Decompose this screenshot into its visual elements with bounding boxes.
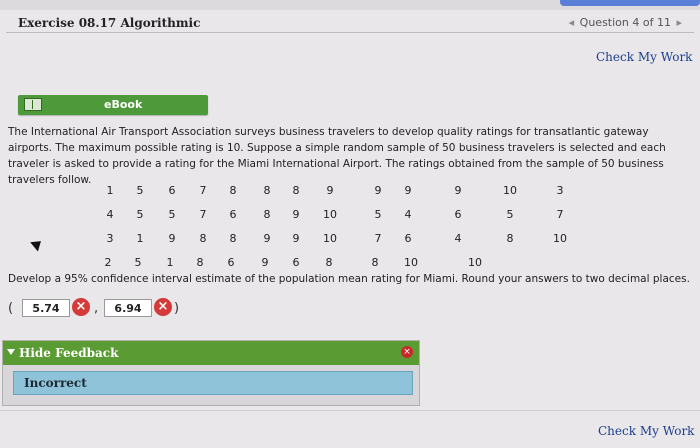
rating-cell: 4 xyxy=(454,232,462,245)
rating-cell: 8 xyxy=(196,256,204,269)
rating-cell: 6 xyxy=(227,256,235,269)
incorrect-upper-icon: × xyxy=(154,298,172,316)
rating-cell: 1 xyxy=(106,184,114,197)
rating-cell: 4 xyxy=(404,208,412,221)
question-navigator[interactable]: ◂ Question 4 of 11 ▸ xyxy=(567,16,684,29)
lower-bound-input[interactable]: 5.74 xyxy=(22,299,70,317)
rating-cell: 10 xyxy=(323,232,337,245)
rating-cell: 10 xyxy=(323,208,337,221)
rating-cell: 1 xyxy=(166,256,174,269)
open-paren: ( xyxy=(8,301,14,316)
question-text: Develop a 95% confidence interval estima… xyxy=(8,273,690,285)
rating-cell: 8 xyxy=(371,256,379,269)
problem-text: The International Air Transport Associat… xyxy=(8,126,666,186)
answer-row: ( 5.74 × , 6.94 × ) xyxy=(8,295,208,321)
rating-cell: 9 xyxy=(454,184,462,197)
rating-cell: 8 xyxy=(325,256,333,269)
rating-cell: 7 xyxy=(374,232,382,245)
rating-cell: 8 xyxy=(263,184,271,197)
rating-cell: 9 xyxy=(404,184,412,197)
next-question-icon[interactable]: ▸ xyxy=(674,16,684,29)
ratings-table: 1 5 6 7 8 8 8 9 9 9 9 10 3 4 5 5 7 6 8 9 10 5 4 6 5 7 3 1 9 8 8 9 9 10 7 6 4… xyxy=(0,184,700,269)
rating-cell: 8 xyxy=(229,232,237,245)
exercise-title: Exercise 08.17 Algorithmic xyxy=(18,16,201,30)
rating-cell: 9 xyxy=(263,232,271,245)
rating-cell: 7 xyxy=(199,208,207,221)
rating-cell: 5 xyxy=(136,184,144,197)
rating-cell: 6 xyxy=(229,208,237,221)
rating-cell: 2 xyxy=(104,256,112,269)
rating-cell: 10 xyxy=(468,256,482,269)
rating-cell: 9 xyxy=(326,184,334,197)
rating-cell: 5 xyxy=(136,208,144,221)
feedback-result-text: Incorrect xyxy=(24,376,87,390)
hide-feedback-label: Hide Feedback xyxy=(19,346,119,360)
ebook-label: eBook xyxy=(104,98,143,111)
divider xyxy=(0,410,700,411)
hide-feedback-toggle[interactable]: Hide Feedback × xyxy=(3,341,419,365)
comma-separator: , xyxy=(94,301,99,316)
rating-cell: 5 xyxy=(506,208,514,221)
close-feedback-icon[interactable]: × xyxy=(401,346,413,358)
exercise-header: Exercise 08.17 Algorithmic ◂ Question 4 … xyxy=(6,12,694,33)
rating-cell: 5 xyxy=(168,208,176,221)
upper-bound-input[interactable]: 6.94 xyxy=(104,299,152,317)
rating-cell: 7 xyxy=(556,208,564,221)
rating-cell: 6 xyxy=(292,256,300,269)
rating-cell: 10 xyxy=(503,184,517,197)
rating-cell: 4 xyxy=(106,208,114,221)
rating-cell: 9 xyxy=(261,256,269,269)
rating-cell: 10 xyxy=(404,256,418,269)
rating-cell: 1 xyxy=(136,232,144,245)
rating-cell: 9 xyxy=(374,184,382,197)
rating-cell: 9 xyxy=(292,208,300,221)
top-strip xyxy=(0,0,700,10)
incorrect-lower-icon: × xyxy=(72,298,90,316)
feedback-result-box: Incorrect xyxy=(13,371,413,395)
feedback-panel: Hide Feedback × Incorrect xyxy=(2,340,420,406)
rating-cell: 5 xyxy=(134,256,142,269)
rating-cell: 3 xyxy=(106,232,114,245)
rating-cell: 3 xyxy=(556,184,564,197)
check-my-work-button-top[interactable]: Check My Work xyxy=(596,50,692,64)
rating-cell: 8 xyxy=(292,184,300,197)
ebook-button[interactable]: eBook xyxy=(18,95,208,115)
prev-question-icon[interactable]: ◂ xyxy=(567,16,577,29)
book-icon xyxy=(24,98,42,111)
rating-cell: 8 xyxy=(263,208,271,221)
rating-cell: 8 xyxy=(199,232,207,245)
rating-cell: 7 xyxy=(199,184,207,197)
rating-cell: 5 xyxy=(374,208,382,221)
rating-cell: 8 xyxy=(229,184,237,197)
collapse-caret-icon xyxy=(7,349,15,355)
rating-cell: 6 xyxy=(168,184,176,197)
rating-cell: 9 xyxy=(168,232,176,245)
rating-cell: 6 xyxy=(454,208,462,221)
check-my-work-button-bottom[interactable]: Check My Work xyxy=(598,424,694,438)
close-paren: ) xyxy=(174,301,180,316)
rating-cell: 10 xyxy=(553,232,567,245)
top-blue-tab xyxy=(560,0,700,6)
rating-cell: 6 xyxy=(404,232,412,245)
rating-cell: 9 xyxy=(292,232,300,245)
question-nav-label: Question 4 of 11 xyxy=(579,16,671,29)
rating-cell: 8 xyxy=(506,232,514,245)
